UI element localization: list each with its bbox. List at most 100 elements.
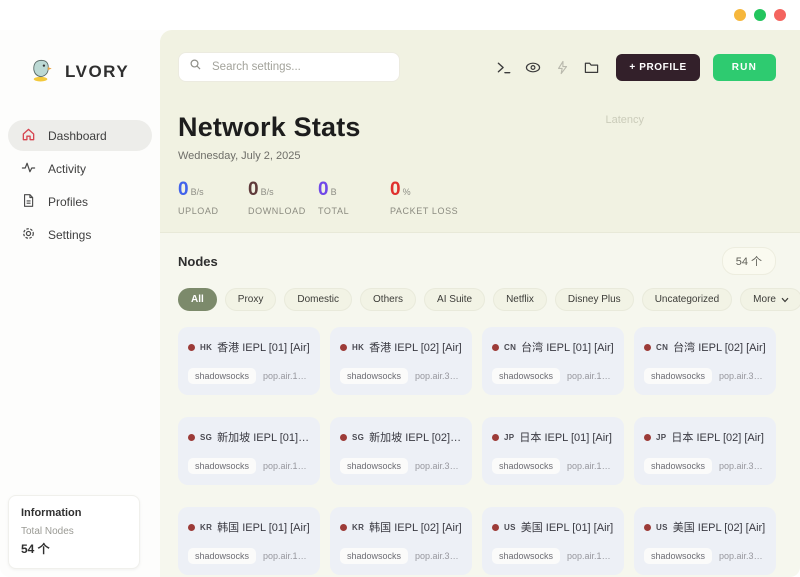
hero-section: + PROFILE RUN Network Stats Latency Wedn… [160, 30, 800, 232]
node-card-meta: shadowsocks pop.air.3278.0tk... [644, 368, 766, 384]
node-status-dot [644, 524, 651, 531]
node-status-dot [644, 434, 651, 441]
sidebar-item-activity[interactable]: Activity [8, 153, 152, 184]
stat-packet-loss: 0% PACKET LOSS [390, 179, 458, 216]
node-card-title: JP 日本 IEPL [02] [Air] [644, 429, 766, 445]
sidebar: LVORY Dashboard Activity [0, 30, 160, 577]
titlebar [0, 0, 800, 30]
filter-tab-label: AI Suite [437, 294, 472, 305]
maximize-button[interactable] [754, 9, 766, 21]
upload-label: UPLOAD [178, 206, 248, 216]
upload-value: 0 [178, 179, 189, 200]
stat-total: 0B TOTAL [318, 179, 388, 216]
node-count-badge[interactable]: 54 个 [722, 247, 776, 275]
close-button[interactable] [774, 9, 786, 21]
node-card-meta: shadowsocks pop.air.3278.0tk... [340, 548, 462, 564]
filter-tab-label: Disney Plus [568, 294, 621, 305]
node-card[interactable]: US 美国 IEPL [02] [Air] shadowsocks pop.ai… [634, 507, 776, 575]
toolbar-icons [495, 59, 600, 76]
node-status-dot [492, 524, 499, 531]
node-filter-tabs: All Proxy Domestic [178, 288, 776, 311]
node-card[interactable]: SG 新加坡 IEPL [02] [Air] shadowsocks pop.a… [330, 417, 472, 485]
node-filter-tab[interactable]: Disney Plus [555, 288, 634, 311]
sidebar-item-profiles[interactable]: Profiles [8, 186, 152, 217]
protocol-badge: shadowsocks [340, 368, 408, 384]
sidebar-item-dashboard[interactable]: Dashboard [8, 120, 152, 151]
nodes-title: Nodes [178, 254, 218, 269]
sidebar-item-label: Profiles [48, 195, 88, 209]
node-card[interactable]: HK 香港 IEPL [02] [Air] shadowsocks pop.ai… [330, 327, 472, 395]
protocol-badge: shadowsocks [492, 368, 560, 384]
document-icon [21, 193, 36, 211]
packet-loss-unit: % [403, 187, 411, 197]
node-card-meta: shadowsocks pop.air.3278.0tk... [340, 368, 462, 384]
node-filter-tab[interactable]: Proxy [225, 288, 277, 311]
sidebar-item-label: Activity [48, 162, 86, 176]
lightning-icon[interactable] [553, 59, 571, 76]
node-card[interactable]: SG 新加坡 IEPL [01] [Air] shadowsocks pop.a… [178, 417, 320, 485]
chevron-down-icon [781, 297, 789, 303]
node-status-dot [492, 434, 499, 441]
duck-logo-icon [28, 56, 55, 88]
node-name: 日本 IEPL [02] [Air] [671, 429, 764, 445]
total-nodes-value: 54 个 [21, 540, 127, 557]
search-input[interactable] [210, 60, 389, 74]
protocol-badge: shadowsocks [188, 458, 256, 474]
node-name: 新加坡 IEPL [02] [Air] [369, 429, 462, 445]
node-card[interactable]: HK 香港 IEPL [01] [Air] shadowsocks pop.ai… [178, 327, 320, 395]
node-filter-tab[interactable]: All [178, 288, 217, 311]
filter-tab-label: Netflix [506, 294, 534, 305]
node-country-code: CN [656, 343, 668, 352]
node-card-title: SG 新加坡 IEPL [01] [Air] [188, 429, 310, 445]
node-card[interactable]: JP 日本 IEPL [02] [Air] shadowsocks pop.ai… [634, 417, 776, 485]
node-card[interactable]: JP 日本 IEPL [01] [Air] shadowsocks pop.ai… [482, 417, 624, 485]
node-card[interactable]: CN 台湾 IEPL [01] [Air] shadowsocks pop.ai… [482, 327, 624, 395]
gear-icon [21, 226, 36, 244]
node-card-meta: shadowsocks pop.air.1543.0tk... [492, 368, 614, 384]
node-name: 香港 IEPL [02] [Air] [369, 339, 462, 355]
run-button[interactable]: RUN [713, 54, 776, 81]
node-detail: pop.air.1543.0tk... [567, 551, 614, 561]
date-label: Wednesday, July 2, 2025 [178, 150, 776, 162]
search-box[interactable] [178, 52, 400, 82]
node-filter-tab[interactable]: More [740, 288, 800, 311]
total-unit: B [331, 187, 337, 197]
minimize-button[interactable] [734, 9, 746, 21]
app-window: LVORY Dashboard Activity [0, 0, 800, 577]
node-card-grid: HK 香港 IEPL [01] [Air] shadowsocks pop.ai… [178, 327, 776, 575]
node-filter-tab[interactable]: Uncategorized [642, 288, 732, 311]
node-status-dot [340, 434, 347, 441]
sidebar-item-settings[interactable]: Settings [8, 219, 152, 250]
node-status-dot [492, 344, 499, 351]
folder-icon[interactable] [582, 59, 600, 76]
total-label: TOTAL [318, 206, 388, 216]
information-card: Information Total Nodes 54 个 [8, 495, 140, 569]
node-detail: pop.air.1543.0tk... [263, 551, 310, 561]
node-detail: pop.air.3278.0tk... [719, 461, 766, 471]
node-card[interactable]: KR 韩国 IEPL [02] [Air] shadowsocks pop.ai… [330, 507, 472, 575]
latency-label: Latency [605, 114, 644, 126]
node-detail: pop.air.1543.0tk... [263, 461, 310, 471]
node-card[interactable]: CN 台湾 IEPL [02] [Air] shadowsocks pop.ai… [634, 327, 776, 395]
terminal-icon[interactable] [495, 59, 513, 76]
protocol-badge: shadowsocks [340, 458, 408, 474]
node-country-code: KR [352, 523, 364, 532]
filter-tab-label: Domestic [297, 294, 339, 305]
profile-button[interactable]: + PROFILE [616, 54, 699, 81]
node-filter-tab[interactable]: Netflix [493, 288, 547, 311]
node-name: 新加坡 IEPL [01] [Air] [217, 429, 310, 445]
node-card-title: KR 韩国 IEPL [02] [Air] [340, 519, 462, 535]
node-card-title: CN 台湾 IEPL [01] [Air] [492, 339, 614, 355]
node-filter-tab[interactable]: AI Suite [424, 288, 485, 311]
protocol-badge: shadowsocks [644, 458, 712, 474]
node-filter-tab[interactable]: Domestic [284, 288, 352, 311]
eye-icon[interactable] [524, 59, 542, 76]
node-country-code: US [656, 523, 668, 532]
node-filter-tab[interactable]: Others [360, 288, 416, 311]
node-card-meta: shadowsocks pop.air.3278.0tk... [644, 548, 766, 564]
node-card[interactable]: KR 韩国 IEPL [01] [Air] shadowsocks pop.ai… [178, 507, 320, 575]
toolbar: + PROFILE RUN [178, 52, 776, 82]
node-country-code: US [504, 523, 516, 532]
node-detail: pop.air.1543.0tk... [567, 461, 614, 471]
node-card[interactable]: US 美国 IEPL [01] [Air] shadowsocks pop.ai… [482, 507, 624, 575]
